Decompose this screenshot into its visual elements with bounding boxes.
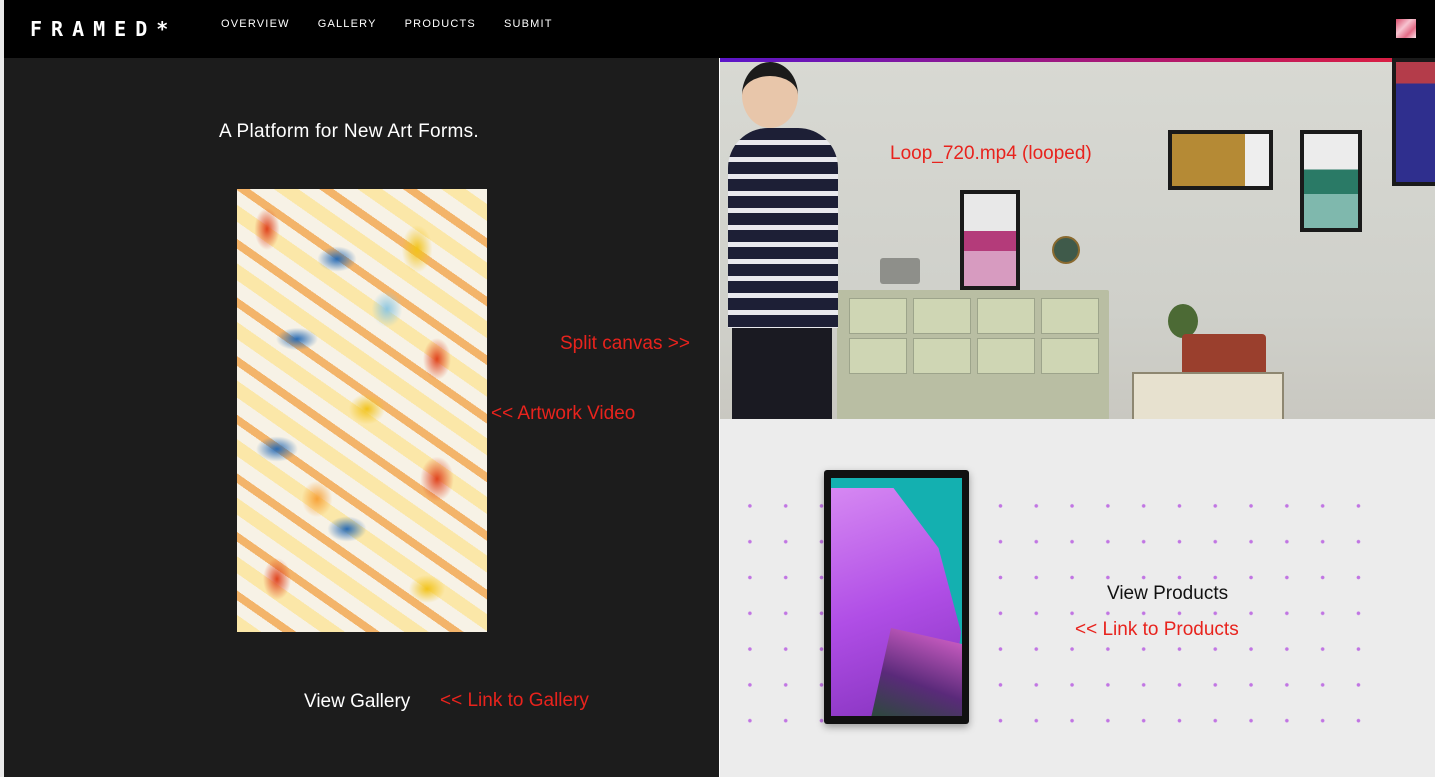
radio	[880, 258, 920, 284]
products-panel: View Products	[720, 419, 1435, 777]
person-legs	[732, 324, 832, 419]
tagline: A Platform for New Art Forms.	[219, 121, 479, 142]
wall-frame	[960, 190, 1020, 290]
logo[interactable]: FRAMED*	[30, 17, 177, 41]
trunk	[1132, 372, 1284, 419]
product-tablet[interactable]	[824, 470, 969, 724]
edge-strip	[0, 0, 4, 777]
loop-video	[720, 58, 1435, 419]
nav-products[interactable]: PRODUCTS	[405, 18, 476, 30]
nav-links: OVERVIEW GALLERY PRODUCTS SUBMIT	[221, 18, 553, 30]
annotation-link-to-gallery: << Link to Gallery	[440, 690, 589, 711]
artwork-video[interactable]	[237, 189, 487, 632]
annotation-video-file: Loop_720.mp4 (looped)	[890, 143, 1092, 164]
wall-frame	[1168, 130, 1273, 190]
top-nav: FRAMED* OVERVIEW GALLERY PRODUCTS SUBMIT	[0, 0, 1435, 777]
cabinet	[837, 290, 1109, 419]
nav-gallery[interactable]: GALLERY	[318, 18, 377, 30]
annotation-split-canvas: Split canvas >>	[560, 333, 690, 354]
nav-overview[interactable]: OVERVIEW	[221, 18, 290, 30]
wall-frame	[1392, 58, 1435, 186]
view-products-link[interactable]: View Products	[1105, 583, 1231, 605]
nav-submit[interactable]: SUBMIT	[504, 18, 553, 30]
wall-frame	[1300, 130, 1362, 232]
annotation-link-to-products: << Link to Products	[1075, 619, 1239, 640]
avatar[interactable]	[1396, 19, 1416, 38]
view-gallery-link[interactable]: View Gallery	[304, 691, 410, 713]
video-progress-bar	[720, 58, 1435, 62]
person-head	[742, 62, 798, 128]
plant	[1168, 304, 1198, 338]
annotation-artwork-video: << Artwork Video	[491, 403, 636, 424]
globe	[1052, 236, 1080, 264]
person-body	[728, 128, 838, 328]
tablet-screen	[831, 478, 962, 716]
